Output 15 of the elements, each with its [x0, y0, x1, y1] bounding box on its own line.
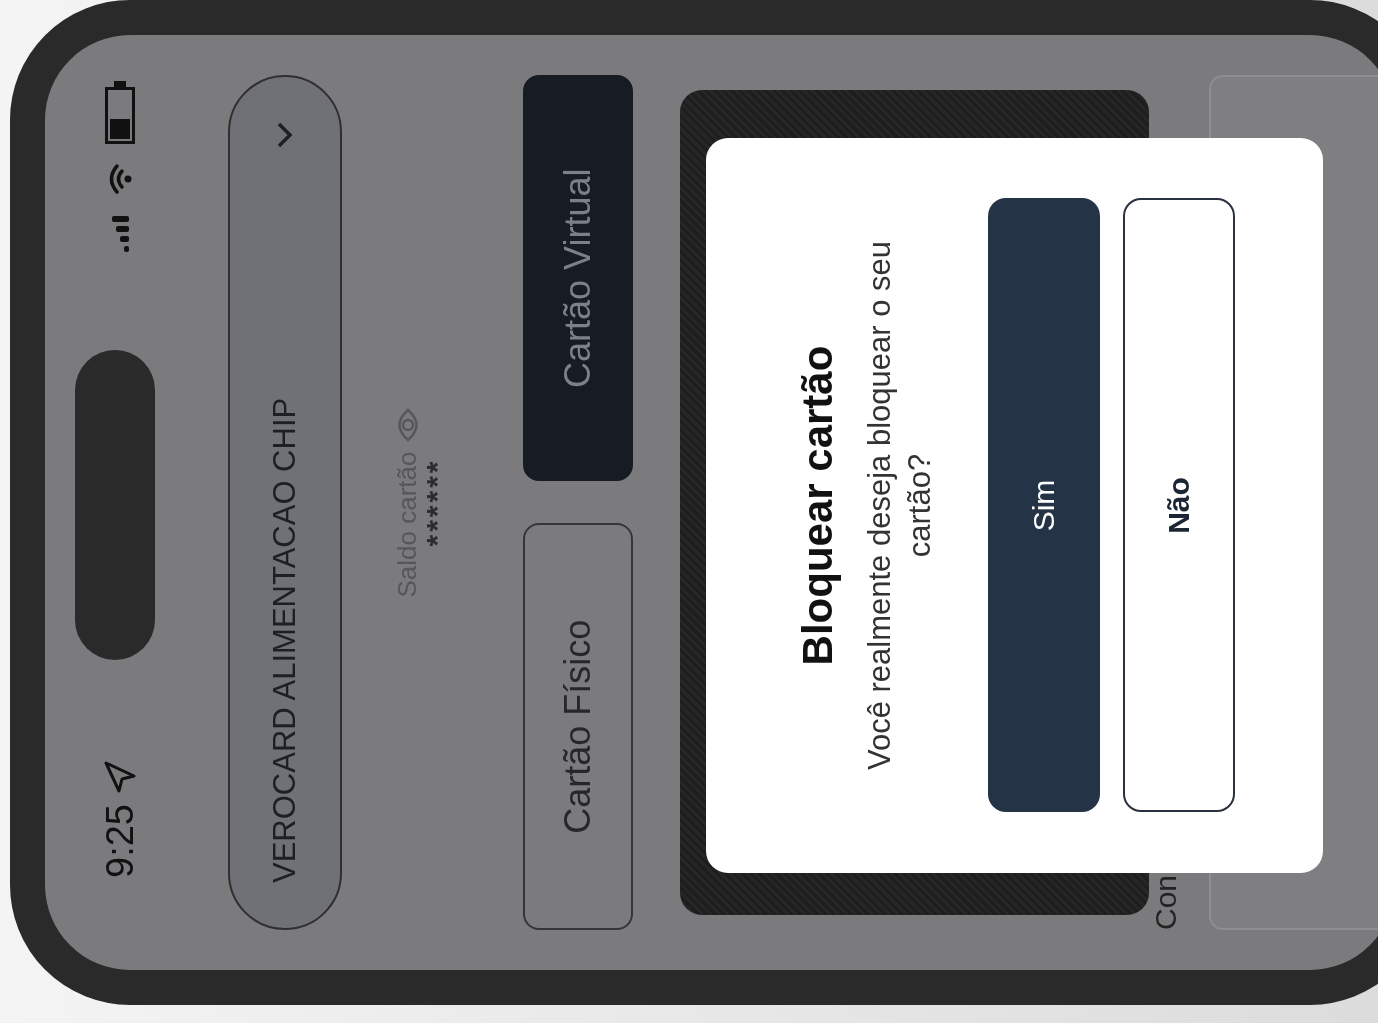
- cancel-button[interactable]: Não: [1123, 198, 1235, 813]
- card-tab[interactable]: Cartão Virtual: [522, 75, 633, 482]
- dialog-title: Bloquear cartão: [794, 345, 842, 666]
- wifi-icon: [108, 164, 133, 194]
- chevron-down-icon: [277, 122, 294, 148]
- confirm-button[interactable]: Sim: [988, 198, 1100, 813]
- status-time: 9:25: [98, 804, 142, 878]
- signal-icon: [111, 214, 130, 252]
- card-select[interactable]: VEROCARD ALIMENTACAO CHIP: [228, 75, 343, 930]
- dialog-message: Você realmente deseja bloquear o seu cartão?: [861, 239, 938, 773]
- location-arrow-icon: [103, 760, 138, 795]
- balance-value: ******: [423, 458, 452, 547]
- battery-icon: [105, 80, 136, 144]
- section-label: Con: [1148, 874, 1182, 930]
- card-tab[interactable]: Cartão Físico: [522, 523, 633, 930]
